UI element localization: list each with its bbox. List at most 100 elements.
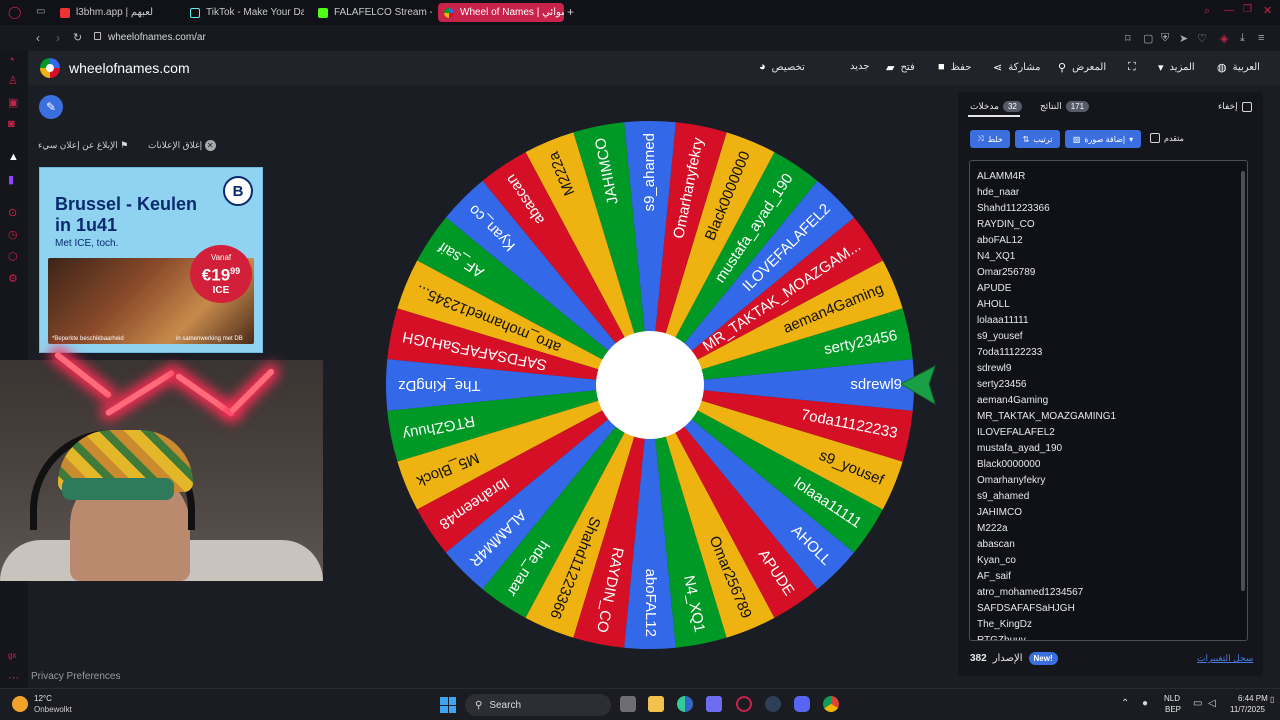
gx-icon[interactable]: gx [8, 651, 16, 660]
entry-line[interactable]: atro_mohamed1234567 [977, 585, 1116, 601]
tab-menu-icon[interactable]: ▭ [36, 6, 45, 17]
app-icon[interactable] [765, 696, 781, 712]
file-explorer-icon[interactable] [648, 696, 664, 712]
hide-toggle[interactable]: إخفاء [1218, 101, 1252, 112]
reload-icon[interactable]: ↻ [73, 31, 82, 44]
menu-share[interactable]: ⋖ مشاركة [993, 61, 1041, 74]
site-title[interactable]: wheelofnames.com [69, 60, 190, 76]
entry-line[interactable]: ALAMM4R [977, 169, 1116, 185]
entry-line[interactable]: APUDE [977, 281, 1116, 297]
chrome-icon[interactable] [823, 696, 839, 712]
bookmark-icon[interactable]: ⌑ [1125, 32, 1131, 45]
report-ad-link[interactable]: الإبلاغ عن إعلان سيء ⚑ [38, 140, 128, 151]
volume-icon[interactable]: ◁ [1208, 698, 1216, 709]
network-icon[interactable]: ▭ [1193, 698, 1202, 709]
menu-language[interactable]: ◍ العربية [1217, 61, 1260, 74]
tray-chevron-icon[interactable]: ⌃ [1121, 698, 1129, 709]
entry-line[interactable]: Omarhanyfekry [977, 473, 1116, 489]
opera-gx-icon[interactable] [736, 696, 752, 712]
entry-line[interactable]: The_KingDz [977, 617, 1116, 633]
history-icon[interactable]: ◷ [8, 228, 18, 241]
entry-line[interactable]: Omar256789 [977, 265, 1116, 281]
heart-icon[interactable]: ♡ [1197, 32, 1207, 45]
entry-line[interactable]: AF_saif [977, 569, 1116, 585]
player-icon[interactable]: ⊙ [8, 206, 17, 219]
url-field[interactable]: wheelofnames.com/ar [108, 32, 206, 43]
maximize-icon[interactable]: ❐ [1243, 4, 1252, 15]
entry-line[interactable]: s9_yousef [977, 329, 1116, 345]
entry-line[interactable]: hde_naar [977, 185, 1116, 201]
entry-line[interactable]: JAHIMCO [977, 505, 1116, 521]
forward-icon[interactable]: › [56, 31, 60, 45]
entry-line[interactable]: Black0000000 [977, 457, 1116, 473]
extensions-icon[interactable]: ⬡ [8, 250, 18, 263]
entry-line[interactable]: SAFDSAFAFSaHJGH [977, 601, 1116, 617]
entry-line[interactable]: serty23456 [977, 377, 1116, 393]
taskbar-search[interactable]: ⚲ Search [465, 694, 611, 716]
entry-line[interactable]: MR_TAKTAK_MOAZGAMING1 [977, 409, 1116, 425]
add-image-button[interactable]: ▨ إضافة صورة ▾ [1065, 130, 1141, 148]
discord-icon[interactable] [794, 696, 810, 712]
advertisement[interactable]: Brussel - Keulen in 1u41 Met ICE, toch. … [39, 167, 263, 353]
menu-gallery[interactable]: ⚲ المعرض [1058, 61, 1106, 74]
clock-date[interactable]: 11/7/2025 [1230, 705, 1265, 714]
tab-falafelco-stream[interactable]: FALAFELCO Stream - Wa [312, 3, 432, 22]
menu-save[interactable]: ■ حفظ [938, 61, 971, 73]
privacy-preferences-link[interactable]: Privacy Preferences [31, 671, 120, 682]
entries-scrollbar[interactable] [1241, 171, 1245, 591]
store-icon[interactable] [706, 696, 722, 712]
entry-line[interactable]: aeman4Gaming [977, 393, 1116, 409]
instagram-icon[interactable]: ◙ [8, 118, 15, 130]
advanced-checkbox[interactable] [1150, 133, 1160, 143]
microphone-icon[interactable]: ● [1142, 698, 1148, 709]
edge-icon[interactable] [677, 696, 693, 712]
snapshot-icon[interactable]: ▢ [1143, 32, 1153, 45]
weather-condition[interactable]: Onbewolkt [34, 705, 72, 714]
menu-new[interactable]: جديد [850, 61, 869, 72]
edit-wheel-button[interactable]: ✎ [39, 95, 63, 119]
close-window-icon[interactable]: ✕ [1263, 4, 1272, 17]
fullscreen-button[interactable]: ⛶ [1128, 61, 1136, 74]
tab-entries[interactable]: مدخلات 32 [970, 101, 1022, 112]
back-icon[interactable]: ‹ [36, 31, 40, 45]
search-tabs-icon[interactable]: ⌕ [1204, 5, 1210, 18]
clock-time[interactable]: 6:44 PM [1238, 694, 1268, 703]
wheel-of-names[interactable]: sdrewl9serty23456aeman4GamingMR_TAKTAK_M… [384, 119, 918, 653]
entry-line[interactable]: sdrewl9 [977, 361, 1116, 377]
entry-line[interactable]: AHOLL [977, 297, 1116, 313]
entry-line[interactable]: s9_ahamed [977, 489, 1116, 505]
settings-icon[interactable]: ⚙ [8, 272, 18, 285]
hide-checkbox[interactable] [1241, 101, 1252, 112]
wheel-logo-icon[interactable] [40, 58, 60, 78]
shield-icon[interactable]: ⛨ [1161, 32, 1169, 45]
changelog-link[interactable]: سجل التغييرات [1197, 653, 1253, 664]
entries-textarea[interactable]: ALAMM4R hde_naar Shahd11223366 RAYDIN_CO abo… [969, 160, 1248, 641]
start-button[interactable] [440, 697, 456, 713]
entry-line[interactable]: ILOVEFALAFEL2 [977, 425, 1116, 441]
entry-line[interactable]: mustafa_ayad_190 [977, 441, 1116, 457]
menu-customize[interactable]: ◕ تخصيص [759, 61, 805, 73]
advanced-toggle[interactable]: متقدم [1150, 133, 1184, 143]
task-view-icon[interactable] [620, 696, 636, 712]
menu-more[interactable]: ▾ المزيد [1158, 61, 1195, 74]
shuffle-button[interactable]: ⤨ خلط [970, 130, 1010, 148]
messenger-icon[interactable]: ▣ [8, 96, 18, 109]
download-icon[interactable]: ⤓ [1240, 32, 1245, 45]
entry-line[interactable]: Kyan_co [977, 553, 1116, 569]
opera-logo-icon[interactable]: ◯ [8, 5, 21, 19]
entry-line[interactable]: lolaaa11111 [977, 313, 1116, 329]
entry-line[interactable]: N4_XQ1 [977, 249, 1116, 265]
wallet-icon[interactable]: ◈ [1220, 32, 1228, 45]
entry-line[interactable]: M222a [977, 521, 1116, 537]
tab-results[interactable]: النتائج 171 [1040, 101, 1090, 112]
weather-icon[interactable] [12, 696, 28, 712]
wheel-center-button[interactable] [596, 331, 704, 439]
input-language[interactable]: NLD [1164, 694, 1180, 703]
user-icon[interactable]: ♙ [8, 74, 18, 87]
twitch-icon[interactable]: ▮ [8, 173, 14, 186]
kick-icon[interactable]: ▲ [8, 151, 19, 163]
entry-line[interactable]: RTGZhuuy [977, 633, 1116, 640]
entry-line[interactable]: Shahd11223366 [977, 201, 1116, 217]
new-tab-button[interactable]: + [567, 5, 574, 19]
tab-tiktok[interactable]: TikTok - Make Your Day [184, 3, 304, 22]
